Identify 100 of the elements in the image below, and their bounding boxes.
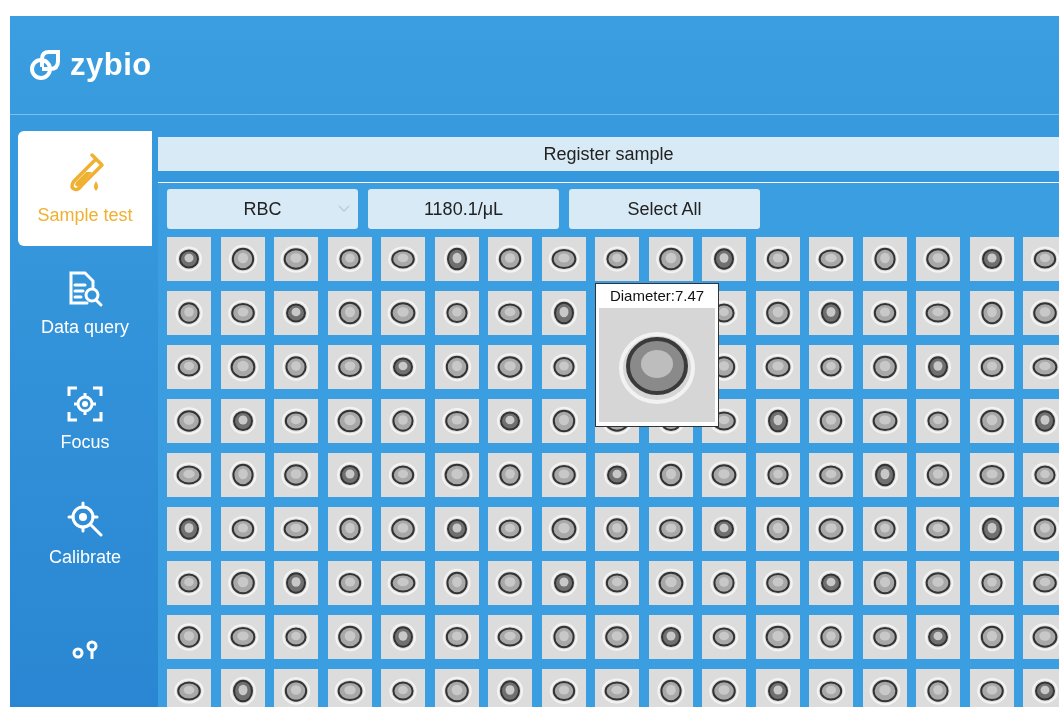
cell-image[interactable] [274,615,318,659]
cell-image[interactable] [167,237,211,281]
cell-image[interactable] [167,291,211,335]
cell-image[interactable] [488,399,532,443]
cell-image[interactable] [809,453,853,497]
cell-image[interactable] [434,669,479,707]
cell-image[interactable] [755,345,800,389]
cell-image[interactable] [327,561,372,605]
cell-image[interactable] [969,507,1014,551]
cell-image[interactable] [862,399,907,443]
sidebar-item[interactable]: Focus [18,360,152,477]
cell-image[interactable] [327,615,372,659]
cell-image[interactable] [488,291,532,335]
cell-image[interactable] [862,345,907,389]
cell-image[interactable] [862,669,907,707]
cell-image[interactable] [167,453,211,497]
cell-image[interactable] [220,453,265,497]
cell-image[interactable] [434,291,479,335]
cell-image[interactable] [862,237,907,281]
cell-image[interactable] [916,453,960,497]
cell-image[interactable] [1023,453,1059,497]
cell-image[interactable] [648,615,693,659]
cell-image[interactable] [381,507,425,551]
cell-type-dropdown[interactable]: RBC [167,189,358,229]
cell-image[interactable] [595,615,639,659]
cell-image[interactable] [220,669,265,707]
cell-image[interactable] [1023,615,1059,659]
cell-image[interactable] [167,399,211,443]
cell-image[interactable] [969,291,1014,335]
cell-image[interactable] [595,561,639,605]
cell-image[interactable] [916,615,960,659]
cell-image[interactable] [327,345,372,389]
cell-image[interactable] [648,453,693,497]
cell-image[interactable] [274,561,318,605]
cell-image[interactable] [220,561,265,605]
cell-image[interactable] [648,507,693,551]
cell-image[interactable] [327,291,372,335]
cell-image[interactable] [702,615,746,659]
cell-image[interactable] [327,399,372,443]
cell-image[interactable] [541,669,586,707]
cell-image[interactable] [648,561,693,605]
cell-image[interactable] [1023,561,1059,605]
cell-image[interactable] [381,237,425,281]
cell-image[interactable] [381,453,425,497]
cell-image[interactable] [702,453,746,497]
cell-image[interactable] [916,561,960,605]
cell-image[interactable] [595,237,639,281]
cell-image[interactable] [1023,345,1059,389]
cell-image[interactable] [541,345,586,389]
cell-image[interactable] [434,237,479,281]
cell-image[interactable] [809,561,853,605]
cell-image[interactable] [1023,237,1059,281]
cell-image[interactable] [862,507,907,551]
cell-image[interactable] [595,507,639,551]
cell-image[interactable] [916,345,960,389]
cell-image[interactable] [434,399,479,443]
cell-image[interactable] [1023,399,1059,443]
cell-image[interactable] [220,615,265,659]
cell-image[interactable] [434,453,479,497]
cell-image[interactable] [916,399,960,443]
cell-image[interactable] [702,561,746,605]
cell-image[interactable] [381,615,425,659]
cell-image[interactable] [381,291,425,335]
cell-image[interactable] [381,345,425,389]
cell-image[interactable] [809,615,853,659]
cell-image[interactable] [434,615,479,659]
sidebar-item[interactable]: Data query [18,245,152,361]
cell-image[interactable] [434,507,479,551]
cell-image[interactable] [702,669,746,707]
cell-image[interactable] [327,237,372,281]
cell-image[interactable] [541,237,586,281]
cell-image[interactable] [488,453,532,497]
cell-image[interactable] [969,669,1014,707]
cell-image[interactable] [648,237,693,281]
cell-image[interactable] [541,615,586,659]
cell-image[interactable] [969,345,1014,389]
cell-image[interactable] [595,453,639,497]
cell-image[interactable] [541,453,586,497]
cell-image[interactable] [809,237,853,281]
cell-image[interactable] [274,453,318,497]
cell-image[interactable] [327,669,372,707]
cell-image[interactable] [274,237,318,281]
cell-image[interactable] [969,399,1014,443]
cell-image[interactable] [220,399,265,443]
sidebar-item[interactable]: Calibrate [18,476,152,592]
cell-image[interactable] [862,453,907,497]
cell-image[interactable] [167,615,211,659]
cell-image[interactable] [381,561,425,605]
cell-image[interactable] [381,669,425,707]
cell-image[interactable] [755,453,800,497]
cell-image[interactable] [862,561,907,605]
cell-image[interactable] [274,291,318,335]
cell-image[interactable] [969,561,1014,605]
cell-image[interactable] [595,669,639,707]
cell-image[interactable] [702,507,746,551]
cell-image[interactable] [327,453,372,497]
cell-image[interactable] [488,615,532,659]
cell-image[interactable] [755,561,800,605]
cell-image[interactable] [755,291,800,335]
cell-image[interactable] [541,291,586,335]
